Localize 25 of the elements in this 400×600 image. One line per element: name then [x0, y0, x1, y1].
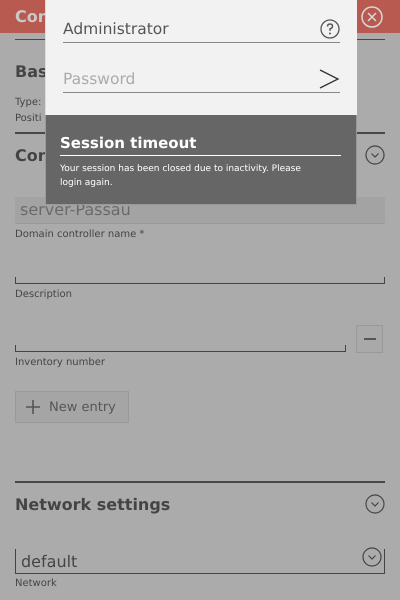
username-field[interactable]: Administrator: [63, 15, 340, 43]
help-icon[interactable]: [320, 18, 340, 38]
chevron-down-icon[interactable]: [365, 494, 385, 514]
minus-icon: [364, 338, 376, 340]
field-label: Inventory number: [15, 357, 106, 370]
notice-title: Session timeout: [60, 134, 341, 156]
info-text: Positi: [15, 112, 42, 126]
password-field[interactable]: Password: [63, 70, 263, 88]
info-text: Type:: [15, 96, 42, 110]
section-heading: Network settings: [15, 494, 170, 514]
field-label: Description: [15, 289, 73, 302]
arrow-right-icon[interactable]: [318, 68, 340, 90]
field-label: Network: [15, 578, 58, 591]
section-heading: Bas: [15, 62, 48, 83]
input-field[interactable]: [15, 277, 385, 284]
field-label: Domain controller name *: [15, 229, 146, 242]
chevron-down-icon: [362, 547, 382, 567]
input-field[interactable]: [15, 345, 346, 352]
chevron-down-icon[interactable]: [365, 145, 385, 165]
network-select[interactable]: default: [15, 549, 385, 574]
close-icon[interactable]: [361, 6, 383, 28]
notice-text: Your session has been closed due to inactivity. Please login again.: [60, 163, 302, 190]
plus-icon: [26, 400, 40, 414]
new-entry-button[interactable]: New entry: [15, 391, 129, 423]
remove-button[interactable]: [356, 325, 383, 353]
